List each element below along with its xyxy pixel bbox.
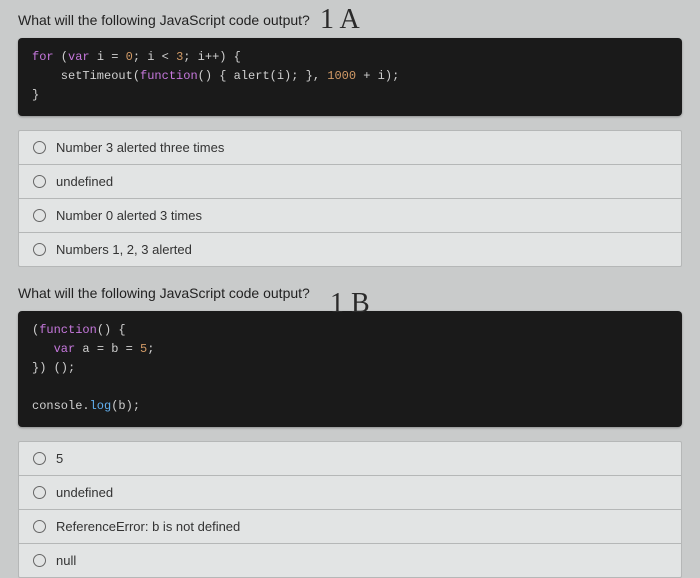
option-label: null [56, 553, 76, 568]
code-token: ( [54, 50, 68, 64]
radio-icon [33, 243, 46, 256]
code-token [32, 342, 54, 356]
option-label: undefined [56, 174, 113, 189]
code-token: i = [90, 50, 126, 64]
option-label: Number 3 alerted three times [56, 140, 224, 155]
code-token: 0 [126, 50, 133, 64]
radio-icon [33, 175, 46, 188]
code-token: () { [97, 323, 126, 337]
radio-icon [33, 452, 46, 465]
option-label: undefined [56, 485, 113, 500]
radio-icon [33, 209, 46, 222]
option-row[interactable]: 5 [19, 442, 681, 476]
code-token: for [32, 50, 54, 64]
question-2-prompt: What will the following JavaScript code … [18, 285, 682, 301]
radio-icon [33, 554, 46, 567]
question-1-prompt: What will the following JavaScript code … [18, 12, 682, 28]
code-token: 1000 [327, 69, 356, 83]
code-token: } [32, 88, 39, 102]
code-token: function [140, 69, 198, 83]
radio-icon [33, 520, 46, 533]
code-token: ; [147, 342, 154, 356]
code-token: (b); [111, 399, 140, 413]
code-token: setTimeout( [32, 69, 140, 83]
code-token: console. [32, 399, 90, 413]
option-row[interactable]: ReferenceError: b is not defined [19, 510, 681, 544]
option-label: ReferenceError: b is not defined [56, 519, 240, 534]
option-label: Number 0 alerted 3 times [56, 208, 202, 223]
code-token: a = b = [75, 342, 140, 356]
code-token: }) (); [32, 361, 75, 375]
option-label: 5 [56, 451, 63, 466]
code-token: + i); [356, 69, 399, 83]
code-token: function [39, 323, 97, 337]
option-row[interactable]: undefined [19, 476, 681, 510]
radio-icon [33, 486, 46, 499]
option-row[interactable]: Number 3 alerted three times [19, 131, 681, 165]
code-token: log [90, 399, 112, 413]
code-block-2: (function() { var a = b = 5; }) (); cons… [18, 311, 682, 427]
code-block-1: for (var i = 0; i < 3; i++) { setTimeout… [18, 38, 682, 116]
code-token: var [54, 342, 76, 356]
question-2-options: 5 undefined ReferenceError: b is not def… [18, 441, 682, 578]
code-token: ; i < [133, 50, 176, 64]
option-row[interactable]: Number 0 alerted 3 times [19, 199, 681, 233]
option-row[interactable]: undefined [19, 165, 681, 199]
code-token: ; i++) { [183, 50, 241, 64]
option-row[interactable]: Numbers 1, 2, 3 alerted [19, 233, 681, 266]
question-1-options: Number 3 alerted three times undefined N… [18, 130, 682, 267]
option-row[interactable]: null [19, 544, 681, 577]
code-token: () { alert(i); }, [198, 69, 328, 83]
radio-icon [33, 141, 46, 154]
code-token: var [68, 50, 90, 64]
option-label: Numbers 1, 2, 3 alerted [56, 242, 192, 257]
